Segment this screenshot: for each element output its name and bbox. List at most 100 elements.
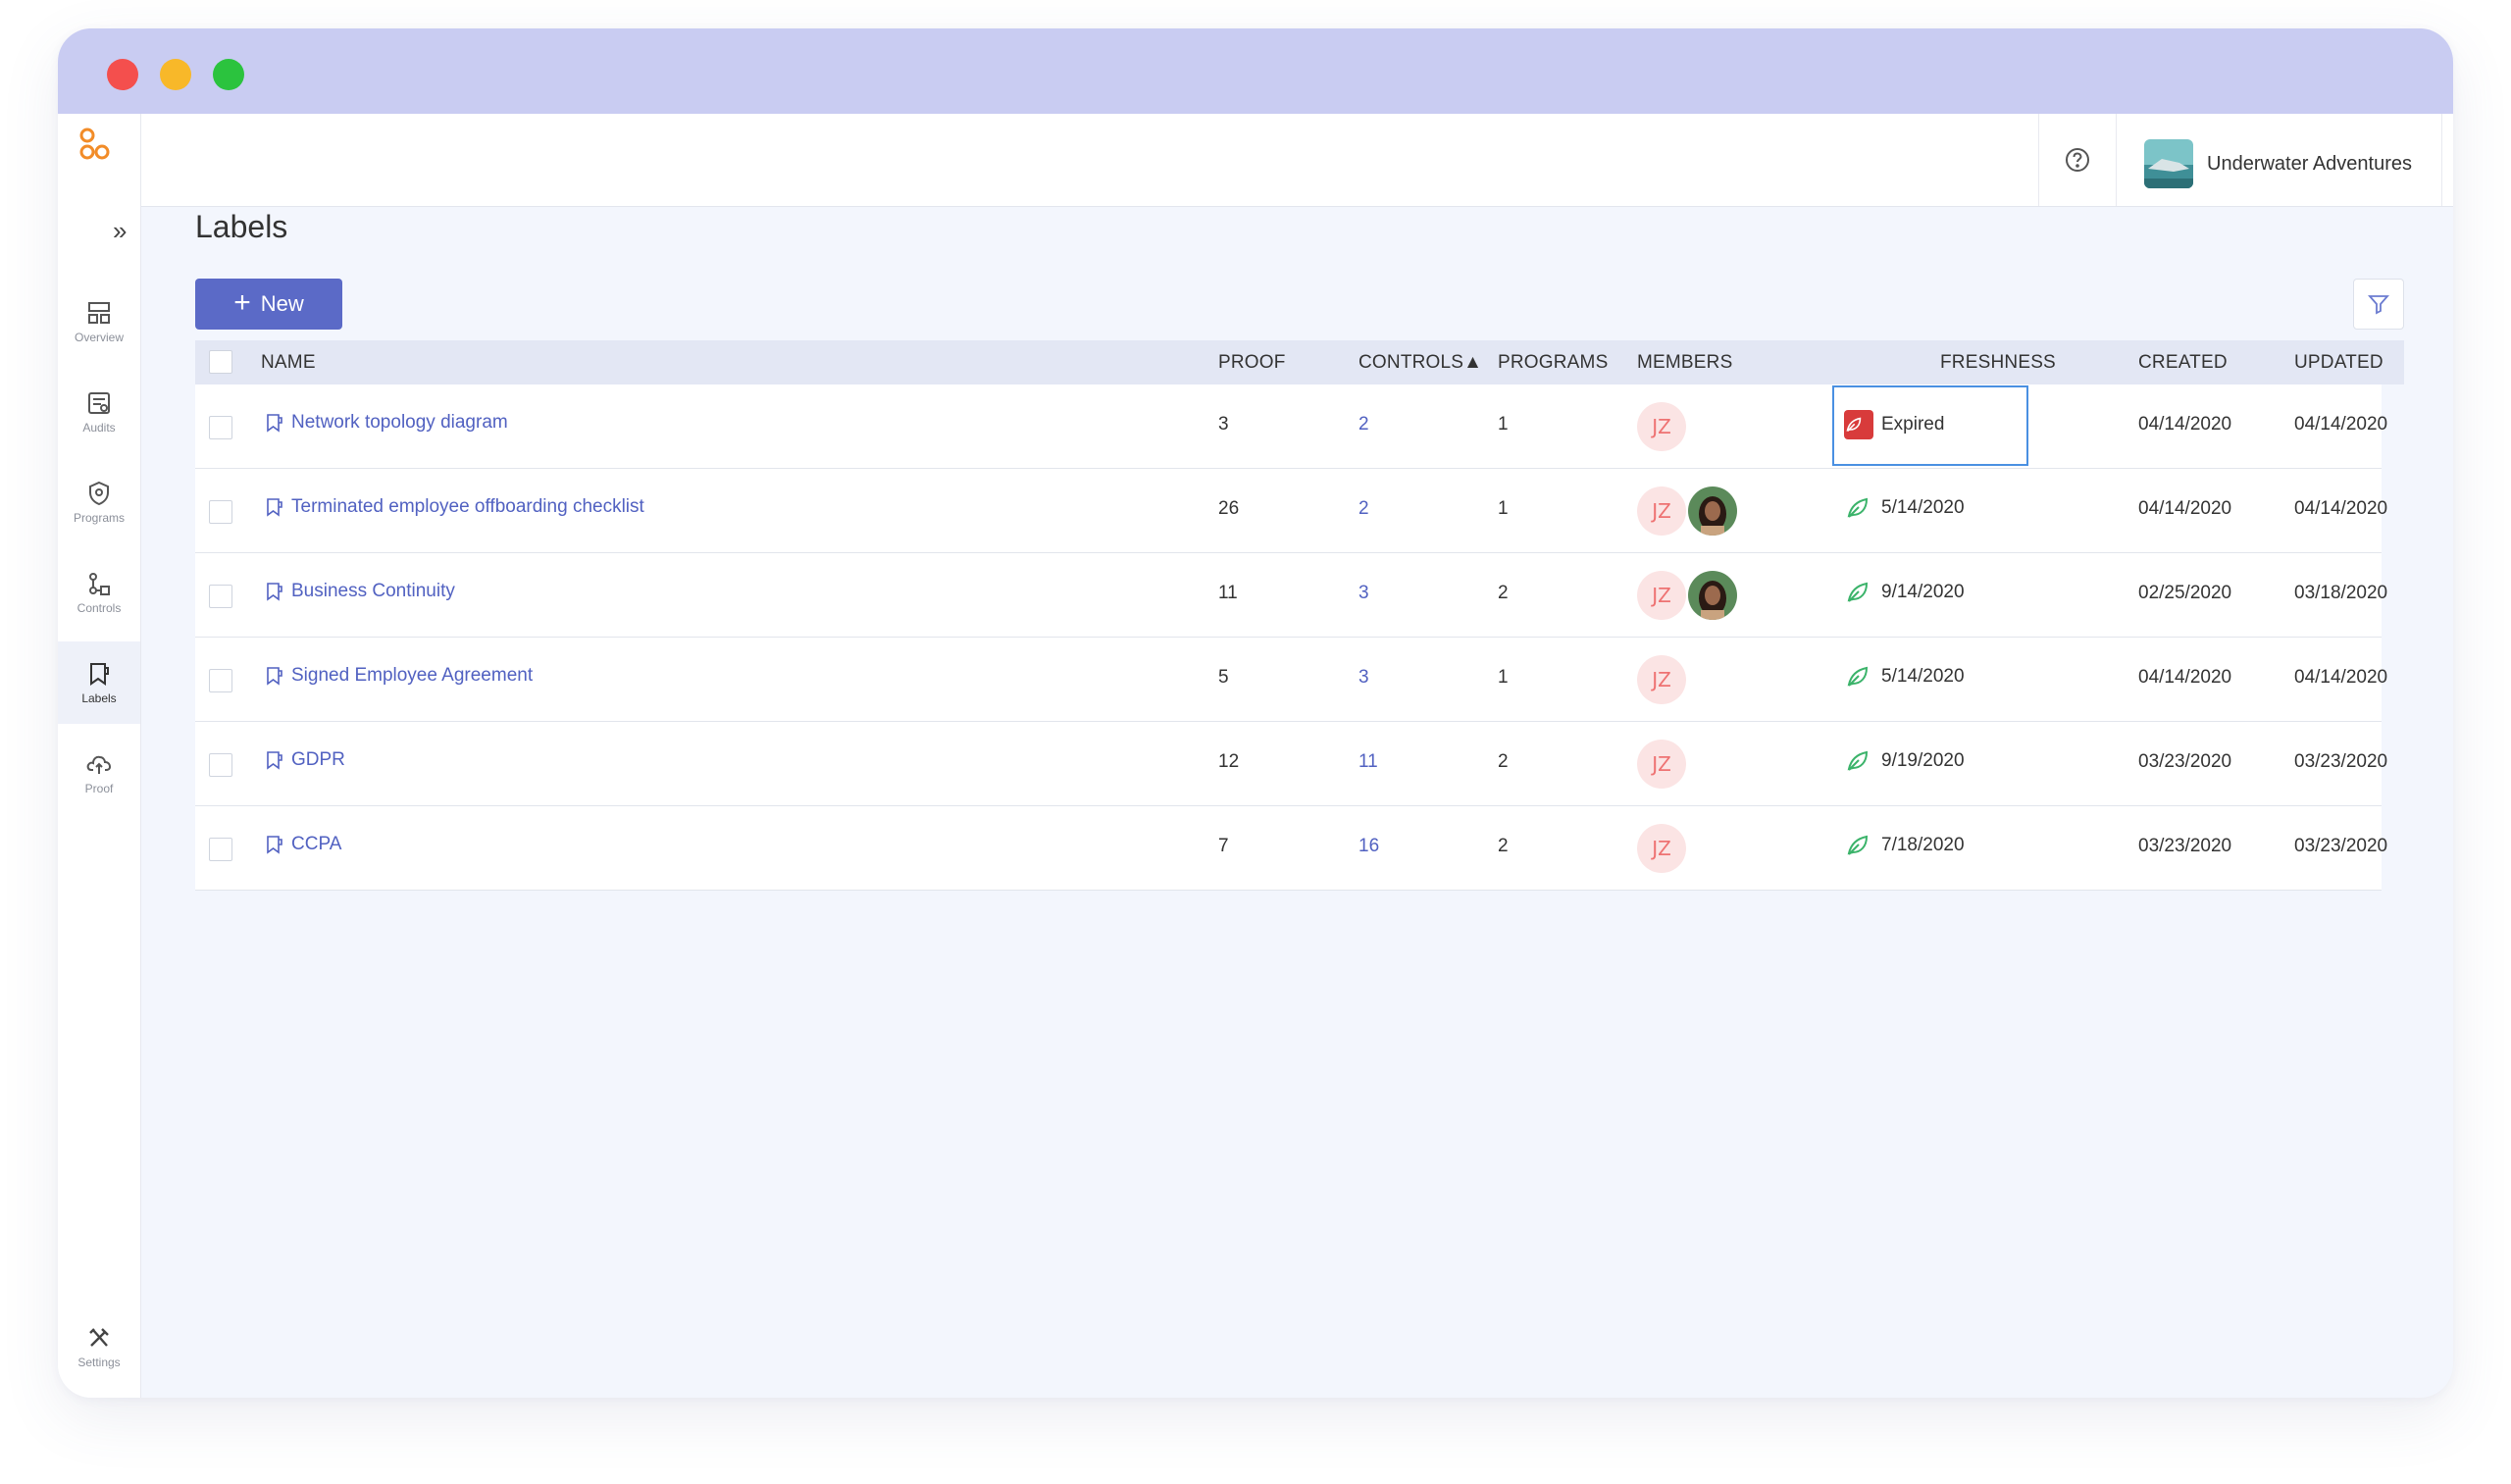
label-icon	[267, 751, 282, 770]
controls-count-link[interactable]: 11	[1358, 751, 1378, 773]
freshness-text: 9/14/2020	[1881, 582, 1965, 602]
sidebar-item-audits[interactable]: Audits	[58, 371, 140, 453]
maximize-window-button[interactable]	[213, 59, 244, 90]
column-header-name[interactable]: NAME	[261, 352, 316, 374]
org-switcher[interactable]: Underwater Adventures	[2144, 139, 2412, 188]
created-date: 04/14/2020	[2138, 667, 2232, 688]
label-name-link[interactable]: GDPR	[264, 749, 345, 771]
column-header-freshness[interactable]: FRESHNESS	[1940, 352, 2056, 374]
help-button[interactable]	[2038, 114, 2117, 206]
member-photo-avatar[interactable]	[1688, 486, 1737, 536]
label-name-link[interactable]: Network topology diagram	[264, 412, 508, 434]
label-name: CCPA	[291, 834, 342, 854]
updated-date: 03/23/2020	[2294, 751, 2388, 772]
select-all-checkbox[interactable]	[209, 350, 232, 374]
new-button-label: New	[260, 291, 304, 316]
label-icon	[267, 667, 282, 686]
row-checkbox[interactable]	[209, 416, 232, 439]
sidebar-item-labels[interactable]: Labels	[58, 641, 140, 724]
table-row[interactable]: Network topology diagram 3 2 1 JZ Expire…	[195, 384, 2387, 469]
label-name-link[interactable]: Signed Employee Agreement	[264, 665, 533, 687]
label-name-link[interactable]: CCPA	[264, 834, 341, 855]
column-header-created[interactable]: CREATED	[2138, 352, 2228, 374]
proof-count: 11	[1218, 583, 1238, 603]
member-avatar[interactable]: JZ	[1637, 740, 1686, 789]
topbar-divider	[2441, 114, 2442, 206]
proof-count: 5	[1218, 667, 1229, 688]
column-header-proof[interactable]: PROOF	[1218, 352, 1286, 374]
sidebar-item-label: Labels	[81, 691, 117, 705]
member-avatar[interactable]: JZ	[1637, 571, 1686, 620]
labels-table: NAME PROOF CONTROLS▲ PROGRAMS MEMBERS FR…	[195, 340, 2404, 891]
expand-sidebar-icon[interactable]: »	[113, 216, 127, 246]
members-avatars: JZ	[1637, 740, 1686, 789]
sidebar-item-controls[interactable]: Controls	[58, 551, 140, 634]
member-photo-avatar[interactable]	[1688, 571, 1737, 620]
app-logo-icon[interactable]	[76, 126, 115, 165]
controls-count-link[interactable]: 3	[1358, 583, 1369, 604]
close-window-button[interactable]	[107, 59, 138, 90]
row-checkbox[interactable]	[209, 585, 232, 608]
controls-count-link[interactable]: 16	[1358, 836, 1379, 857]
label-icon	[267, 414, 282, 433]
page-title: Labels	[195, 209, 288, 244]
freshness-text: 9/19/2020	[1881, 750, 1965, 771]
new-label-button[interactable]: + New	[195, 279, 342, 330]
programs-count: 1	[1498, 498, 1509, 519]
filter-button[interactable]	[2353, 279, 2404, 330]
controls-count-link[interactable]: 2	[1358, 414, 1369, 435]
help-icon	[2066, 148, 2089, 172]
minimize-window-button[interactable]	[160, 59, 191, 90]
label-name-link[interactable]: Business Continuity	[264, 581, 455, 602]
sidebar-item-settings[interactable]: Settings	[58, 1305, 140, 1388]
plus-icon: +	[233, 285, 251, 319]
org-name: Underwater Adventures	[2207, 152, 2413, 175]
member-avatar[interactable]: JZ	[1637, 824, 1686, 873]
table-row[interactable]: GDPR 12 11 2 JZ 9/19/2020 03/23/2020 03/…	[195, 722, 2387, 806]
row-checkbox[interactable]	[209, 669, 232, 692]
members-avatars: JZ	[1637, 571, 1737, 620]
created-date: 03/23/2020	[2138, 751, 2232, 772]
label-name: Signed Employee Agreement	[291, 665, 534, 686]
column-header-updated[interactable]: UPDATED	[2294, 352, 2383, 374]
created-date: 04/14/2020	[2138, 498, 2232, 519]
column-header-programs[interactable]: PROGRAMS	[1498, 352, 1608, 374]
members-avatars: JZ	[1637, 655, 1686, 704]
label-icon	[267, 836, 282, 854]
sidebar-item-programs[interactable]: Programs	[58, 461, 140, 543]
member-avatar[interactable]: JZ	[1637, 655, 1686, 704]
cloud-upload-icon	[86, 755, 112, 774]
label-icon	[267, 583, 282, 601]
programs-count: 1	[1498, 414, 1509, 435]
table-body: Network topology diagram 3 2 1 JZ Expire…	[195, 384, 2387, 891]
row-checkbox[interactable]	[209, 753, 232, 777]
freshness-text: 5/14/2020	[1881, 497, 1965, 518]
created-date: 04/14/2020	[2138, 414, 2232, 435]
label-name: Terminated employee offboarding checklis…	[291, 496, 644, 517]
column-header-controls[interactable]: CONTROLS▲	[1358, 352, 1482, 374]
table-row[interactable]: CCPA 7 16 2 JZ 7/18/2020 03/23/2020 03/2…	[195, 806, 2387, 891]
updated-date: 03/23/2020	[2294, 836, 2388, 856]
window-titlebar	[58, 28, 2453, 114]
sidebar-item-label: Proof	[84, 782, 114, 795]
label-name-link[interactable]: Terminated employee offboarding checklis…	[264, 496, 644, 518]
leaf-icon	[1847, 582, 1869, 602]
members-avatars: JZ	[1637, 402, 1686, 451]
sidebar-item-overview[interactable]: Overview	[58, 281, 140, 363]
audits-icon	[88, 392, 110, 414]
freshness-cell-focus[interactable]	[1832, 385, 2028, 466]
controls-count-link[interactable]: 3	[1358, 667, 1369, 689]
controls-count-link[interactable]: 2	[1358, 498, 1369, 520]
row-checkbox[interactable]	[209, 838, 232, 861]
row-checkbox[interactable]	[209, 500, 232, 524]
table-row[interactable]: Business Continuity 11 3 2 JZ 9/14/2020 …	[195, 553, 2387, 638]
table-row[interactable]: Terminated employee offboarding checklis…	[195, 469, 2387, 553]
member-avatar[interactable]: JZ	[1637, 486, 1686, 536]
proof-count: 12	[1218, 751, 1240, 772]
table-row[interactable]: Signed Employee Agreement 5 3 1 JZ 5/14/…	[195, 638, 2387, 722]
leaf-icon	[1847, 750, 1869, 771]
member-avatar[interactable]: JZ	[1637, 402, 1686, 451]
sidebar-item-proof[interactable]: Proof	[58, 732, 140, 814]
column-header-members[interactable]: MEMBERS	[1637, 352, 1732, 374]
leaf-icon	[1847, 835, 1869, 855]
